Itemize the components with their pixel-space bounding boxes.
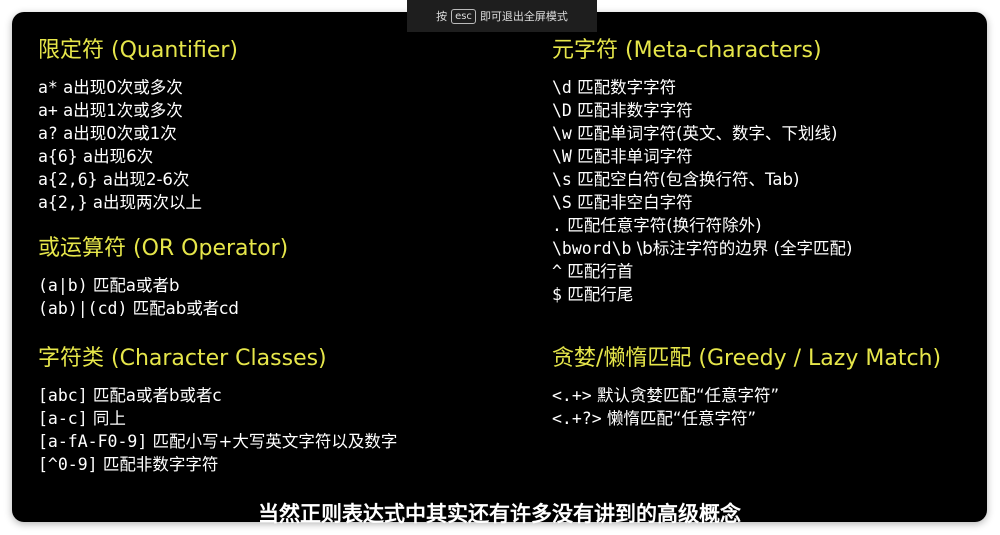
- section-or-operator: 或运算符 (OR Operator) (a|b) 匹配a或者b (ab)|(cd) …: [38, 230, 288, 320]
- syntax-row: [abc] 匹配a或者b或者c: [38, 384, 397, 407]
- syntax-description: 匹配非数字字符: [577, 101, 693, 120]
- syntax-code: [^0-9]: [38, 455, 98, 474]
- syntax-row: \bword\b \b标注字符的边界 (全字匹配): [552, 237, 852, 260]
- syntax-description: 匹配小写+大写英文字符以及数字: [152, 432, 398, 451]
- syntax-description: 匹配行首: [567, 262, 634, 281]
- syntax-description: 匹配非单词字符: [577, 147, 693, 166]
- syntax-row: <.+> 默认贪婪匹配“任意字符”: [552, 384, 941, 407]
- section-meta-characters: 元字符 (Meta-characters) \d 匹配数字字符 \D 匹配非数字字符…: [552, 32, 852, 306]
- syntax-row: \S 匹配非空白字符: [552, 191, 852, 214]
- syntax-code: <.+>: [552, 386, 592, 405]
- syntax-row: [a-c] 同上: [38, 407, 397, 430]
- toast-prefix: 按: [436, 10, 448, 23]
- syntax-row: a{2,6} a出现2-6次: [38, 168, 238, 191]
- syntax-code: (ab)|(cd): [38, 299, 128, 318]
- syntax-description: 懒惰匹配“任意字符”: [606, 409, 757, 428]
- syntax-row: \d 匹配数字字符: [552, 76, 852, 99]
- syntax-row: a{2,} a出现两次以上: [38, 191, 238, 214]
- syntax-description: 匹配空白符(包含换行符、Tab): [577, 170, 800, 189]
- syntax-description: a出现0次或多次: [63, 78, 183, 97]
- syntax-code: \bword\b: [552, 239, 632, 258]
- syntax-code: a{2,}: [38, 193, 88, 212]
- syntax-row: [^0-9] 匹配非数字字符: [38, 453, 397, 476]
- syntax-row: . 匹配任意字符(换行符除外): [552, 214, 852, 237]
- syntax-description: a出现两次以上: [92, 193, 203, 212]
- syntax-row: (ab)|(cd) 匹配ab或者cd: [38, 297, 288, 320]
- syntax-description: \b标注字符的边界 (全字匹配): [636, 239, 853, 258]
- syntax-row: a? a出现0次或1次: [38, 122, 238, 145]
- syntax-code: \W: [552, 147, 572, 166]
- syntax-description: a出现0次或1次: [63, 124, 177, 143]
- syntax-description: 匹配非数字字符: [102, 455, 219, 474]
- syntax-description: a出现1次或多次: [63, 101, 183, 120]
- video-frame: 限定符 (Quantifier) a* a出现0次或多次 a+ a出现1次或多次 a?…: [12, 12, 987, 526]
- syntax-row: \D 匹配非数字字符: [552, 99, 852, 122]
- toast-suffix: 即可退出全屏模式: [479, 10, 568, 23]
- syntax-code: <.+?>: [552, 409, 602, 428]
- syntax-code: a*: [38, 78, 58, 97]
- syntax-code: \d: [552, 78, 572, 97]
- syntax-description: a出现2-6次: [102, 170, 190, 189]
- syntax-code: ^: [552, 262, 562, 281]
- syntax-row: \s 匹配空白符(包含换行符、Tab): [552, 168, 852, 191]
- syntax-description: 匹配ab或者cd: [132, 299, 239, 318]
- syntax-row: \w 匹配单词字符(英文、数字、下划线): [552, 122, 852, 145]
- syntax-description: 默认贪婪匹配“任意字符”: [597, 386, 780, 405]
- syntax-row: <.+?> 懒惰匹配“任意字符”: [552, 407, 941, 430]
- syntax-description: 匹配非空白字符: [577, 193, 693, 212]
- syntax-code: $: [552, 285, 562, 304]
- syntax-row: $ 匹配行尾: [552, 283, 852, 306]
- syntax-description: 匹配单词字符(英文、数字、下划线): [577, 124, 838, 143]
- section-greedy-lazy: 贪婪/懒惰匹配 (Greedy / Lazy Match) <.+> 默认贪婪匹配…: [552, 340, 941, 430]
- syntax-code: \s: [552, 170, 572, 189]
- section-title: 元字符 (Meta-characters): [552, 38, 822, 63]
- syntax-code: \w: [552, 124, 572, 143]
- syntax-code: a{6}: [38, 147, 78, 166]
- syntax-description: 匹配行尾: [567, 285, 634, 304]
- syntax-code: [abc]: [38, 386, 88, 405]
- syntax-code: \S: [552, 193, 572, 212]
- syntax-row: \W 匹配非单词字符: [552, 145, 852, 168]
- syntax-code: a+: [38, 101, 58, 120]
- esc-key-badge: esc: [451, 8, 476, 24]
- section-title: 或运算符 (OR Operator): [38, 236, 289, 261]
- syntax-description: 匹配a或者b: [92, 276, 180, 295]
- syntax-code: [a-fA-F0-9]: [38, 432, 148, 451]
- syntax-row: a* a出现0次或多次: [38, 76, 238, 99]
- subtitle-caption: 当然正则表达式中其实还有许多没有讲到的高级概念: [258, 502, 741, 526]
- syntax-code: .: [552, 216, 562, 235]
- syntax-code: [a-c]: [38, 409, 88, 428]
- syntax-row: [a-fA-F0-9] 匹配小写+大写英文字符以及数字: [38, 430, 397, 453]
- syntax-code: \D: [552, 101, 572, 120]
- syntax-code: a?: [38, 124, 58, 143]
- syntax-row: a+ a出现1次或多次: [38, 99, 238, 122]
- syntax-row: a{6} a出现6次: [38, 145, 238, 168]
- syntax-code: (a|b): [38, 276, 88, 295]
- syntax-description: 匹配a或者b或者c: [92, 386, 222, 405]
- syntax-description: a出现6次: [83, 147, 154, 166]
- syntax-code: a{2,6}: [38, 170, 98, 189]
- section-character-classes: 字符类 (Character Classes) [abc] 匹配a或者b或者c [a…: [38, 340, 397, 476]
- fullscreen-toast: 按 esc 即可退出全屏模式: [407, 0, 597, 32]
- syntax-description: 匹配任意字符(换行符除外): [567, 216, 762, 235]
- syntax-row: (a|b) 匹配a或者b: [38, 274, 288, 297]
- syntax-description: 匹配数字字符: [577, 78, 677, 97]
- section-quantifier: 限定符 (Quantifier) a* a出现0次或多次 a+ a出现1次或多次 a?…: [38, 32, 238, 214]
- syntax-row: ^ 匹配行首: [552, 260, 852, 283]
- section-title: 限定符 (Quantifier): [38, 38, 239, 63]
- syntax-description: 同上: [92, 409, 126, 428]
- section-title: 字符类 (Character Classes): [38, 346, 327, 371]
- section-title: 贪婪/懒惰匹配 (Greedy / Lazy Match): [552, 346, 942, 371]
